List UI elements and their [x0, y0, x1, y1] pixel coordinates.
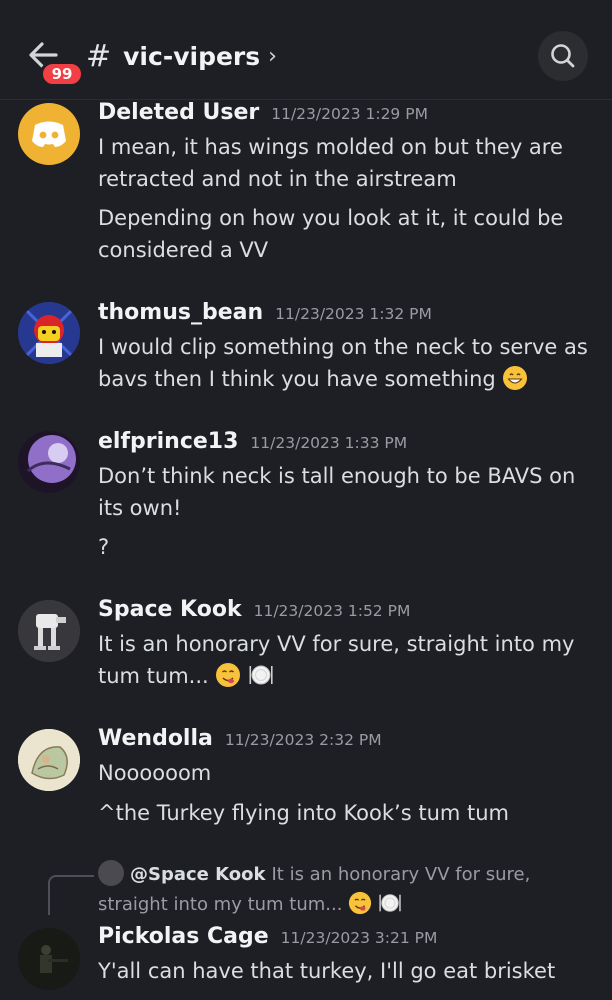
channel-title[interactable]: # vic-vipers › — [86, 38, 277, 74]
purple-sphere-avatar-image — [18, 431, 80, 493]
grinning-face-emoji-icon — [503, 366, 528, 390]
message-text: ^the Turkey flying into Kook’s tum tum — [98, 801, 510, 825]
message-timestamp: 11/23/2023 1:29 PM — [271, 105, 428, 123]
avatar[interactable] — [18, 729, 80, 791]
reply-preview[interactable]: @Space Kook It is an honorary VV for sure… — [98, 860, 603, 920]
avatar[interactable] — [18, 302, 80, 364]
search-button[interactable] — [538, 31, 588, 81]
yum-face-emoji-icon — [216, 663, 241, 687]
plate-cutlery-emoji-icon — [249, 665, 273, 685]
illustrated-avatar-image — [18, 729, 80, 791]
robot-walker-avatar-image — [18, 600, 80, 662]
message-text: Depending on how you look at it, it coul… — [98, 206, 564, 262]
avatar[interactable] — [18, 431, 80, 493]
search-icon — [551, 44, 575, 68]
message-author[interactable]: Deleted User — [98, 100, 259, 125]
chevron-right-icon: › — [268, 43, 277, 69]
channel-name: vic-vipers — [123, 41, 261, 71]
avatar[interactable] — [18, 600, 80, 662]
message-text: I would clip something on the neck to se… — [98, 335, 588, 391]
reply-author[interactable]: @Space Kook — [130, 864, 265, 885]
reply-connector — [48, 875, 94, 915]
message-author[interactable]: Pickolas Cage — [98, 924, 269, 949]
message-timestamp: 11/23/2023 1:32 PM — [275, 305, 432, 323]
message-text: I mean, it has wings molded on but they … — [98, 135, 563, 191]
reply-avatar — [98, 860, 124, 886]
avatar[interactable] — [18, 928, 80, 990]
yum-face-emoji-icon — [349, 891, 372, 915]
channel-header: 99 # vic-vipers › — [0, 0, 612, 100]
message-author[interactable]: Wendolla — [98, 726, 213, 751]
message-timestamp: 11/23/2023 2:32 PM — [224, 731, 382, 749]
message-text: ? — [98, 535, 110, 559]
message-text: Don’t think neck is tall enough to be BA… — [98, 464, 576, 520]
plate-cutlery-emoji-icon — [379, 894, 401, 912]
hash-icon: # — [86, 38, 112, 74]
message-text: Y'all can have that turkey, I'll go eat … — [98, 959, 556, 983]
message-text: It is an honorary VV for sure, straight … — [98, 632, 575, 688]
lego-figure-avatar-image — [18, 302, 80, 364]
message-author[interactable]: thomus_bean — [98, 300, 263, 325]
message-author[interactable]: elfprince13 — [98, 429, 238, 454]
message-text: Noooooom — [98, 761, 212, 785]
message-timestamp: 11/23/2023 1:52 PM — [253, 602, 411, 620]
unread-badge: 99 — [40, 61, 84, 87]
message-author[interactable]: Space Kook — [98, 597, 242, 622]
avatar[interactable] — [18, 103, 80, 165]
message-timestamp: 11/23/2023 1:33 PM — [250, 434, 408, 452]
dark-photo-avatar-image — [18, 928, 80, 990]
message-timestamp: 11/23/2023 3:21 PM — [280, 929, 438, 947]
discord-logo-icon — [32, 121, 66, 147]
